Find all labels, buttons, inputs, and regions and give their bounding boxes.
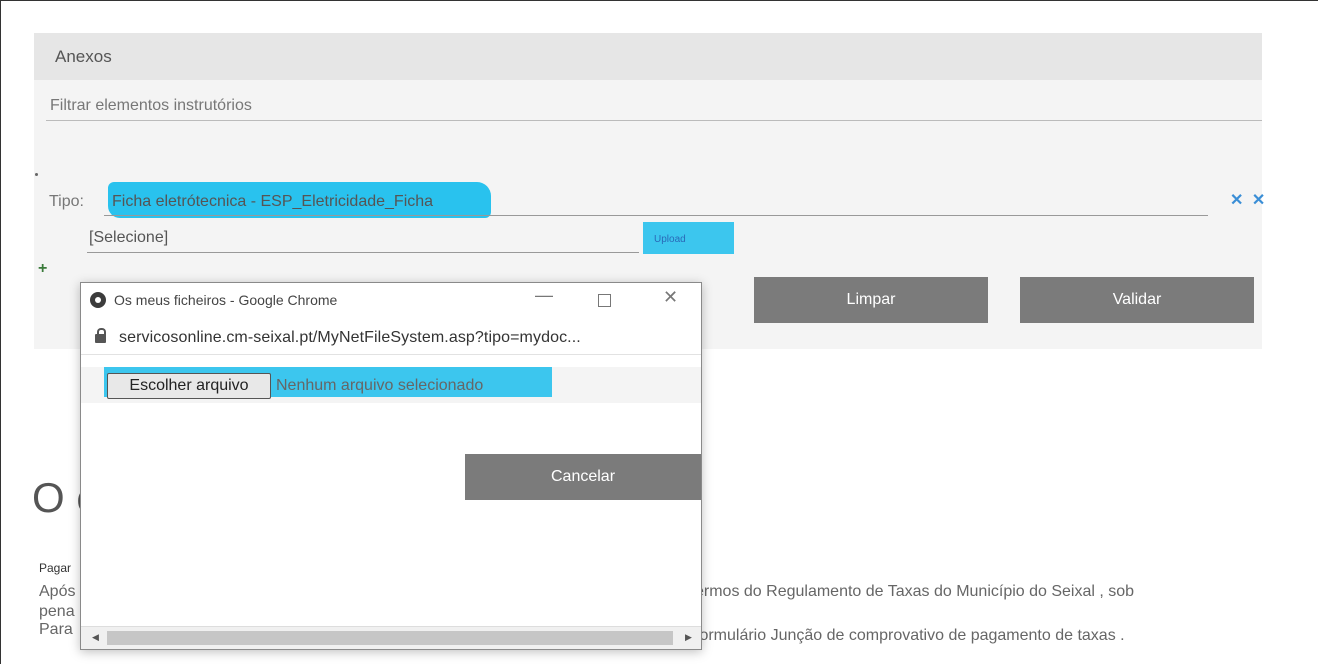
section-title: Anexos <box>55 47 112 66</box>
file-picker-window: Os meus ficheiros - Google Chrome — ✕ se… <box>80 282 702 650</box>
file-select-underline <box>87 252 639 253</box>
add-icon[interactable]: + <box>38 260 47 278</box>
body-text-line: Para <box>39 621 73 638</box>
payment-label: Pagar <box>39 561 72 575</box>
regulation-text: ermos do Regulamento de Taxas do Municíp… <box>695 583 1135 600</box>
bullet-dot <box>35 173 38 176</box>
body-text-line: Após <box>39 583 76 600</box>
url-text: servicosonline.cm-seixal.pt/MyNetFileSys… <box>119 329 581 346</box>
remove-icon[interactable]: ✕ ✕ <box>1230 190 1267 210</box>
filter-input[interactable]: Filtrar elementos instrutórios <box>50 97 252 115</box>
minimize-icon[interactable]: — <box>535 285 553 306</box>
window-title: Os meus ficheiros - Google Chrome <box>114 292 338 308</box>
lock-icon <box>95 328 106 343</box>
tipo-value[interactable]: Ficha eletrótecnica - ESP_Eletricidade_F… <box>112 193 433 211</box>
scroll-left-icon[interactable]: ◀ <box>92 632 99 643</box>
choose-file-button[interactable]: Escolher arquivo <box>107 373 271 399</box>
clear-button[interactable]: Limpar <box>754 277 988 323</box>
tipo-label: Tipo: <box>49 193 84 210</box>
file-select[interactable]: [Selecione] <box>89 229 168 247</box>
scroll-right-icon[interactable]: ▶ <box>685 632 692 643</box>
body-text-line: pena <box>39 603 75 620</box>
form-link-text: formulário Junção de comprovativo de pag… <box>695 627 1125 644</box>
tipo-underline <box>104 215 1208 216</box>
window-titlebar[interactable]: Os meus ficheiros - Google Chrome — ✕ <box>81 283 701 317</box>
address-bar: servicosonline.cm-seixal.pt/MyNetFileSys… <box>81 325 701 355</box>
filter-underline <box>46 120 1262 121</box>
file-status-text: Nenhum arquivo selecionado <box>276 377 484 394</box>
validate-button[interactable]: Validar <box>1020 277 1254 323</box>
chrome-icon <box>90 292 106 308</box>
scrollbar-thumb[interactable] <box>107 631 673 645</box>
horizontal-scrollbar[interactable]: ◀ ▶ <box>81 626 701 649</box>
attachments-panel-header <box>34 33 1262 80</box>
cancel-button[interactable]: Cancelar <box>465 454 701 500</box>
maximize-icon[interactable] <box>598 294 611 307</box>
close-icon[interactable]: ✕ <box>663 287 678 308</box>
upload-label[interactable]: Upload <box>654 234 686 245</box>
